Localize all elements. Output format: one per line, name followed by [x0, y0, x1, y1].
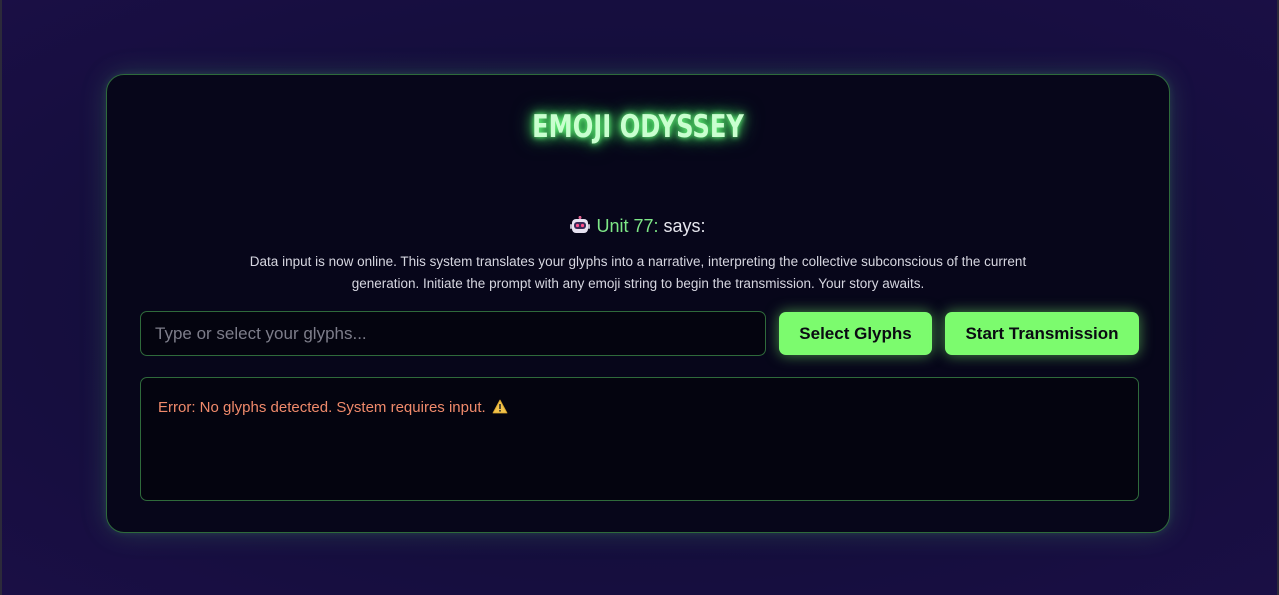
app-title: EMOJI ODYSSEY: [532, 109, 744, 145]
robot-icon: [570, 216, 591, 234]
speaker-name: Unit 77:: [596, 216, 659, 236]
error-message: Error: No glyphs detected. System requir…: [158, 399, 508, 416]
story-output-box: Error: No glyphs detected. System requir…: [140, 377, 1139, 501]
intro-description: Data input is now online. This system tr…: [249, 254, 1027, 291]
warning-icon: [492, 399, 508, 414]
speaker-verb: says:: [663, 216, 706, 236]
select-glyphs-button[interactable]: Select Glyphs: [779, 312, 932, 355]
start-transmission-button[interactable]: Start Transmission: [945, 312, 1139, 355]
window-frame-left: [0, 0, 2, 595]
error-text: Error: No glyphs detected. System requir…: [158, 399, 486, 416]
speaker-line: Unit 77: says:: [107, 216, 1169, 237]
main-panel: EMOJI ODYSSEY Unit 77: says: Data input …: [106, 74, 1170, 533]
glyph-input[interactable]: [140, 311, 766, 356]
